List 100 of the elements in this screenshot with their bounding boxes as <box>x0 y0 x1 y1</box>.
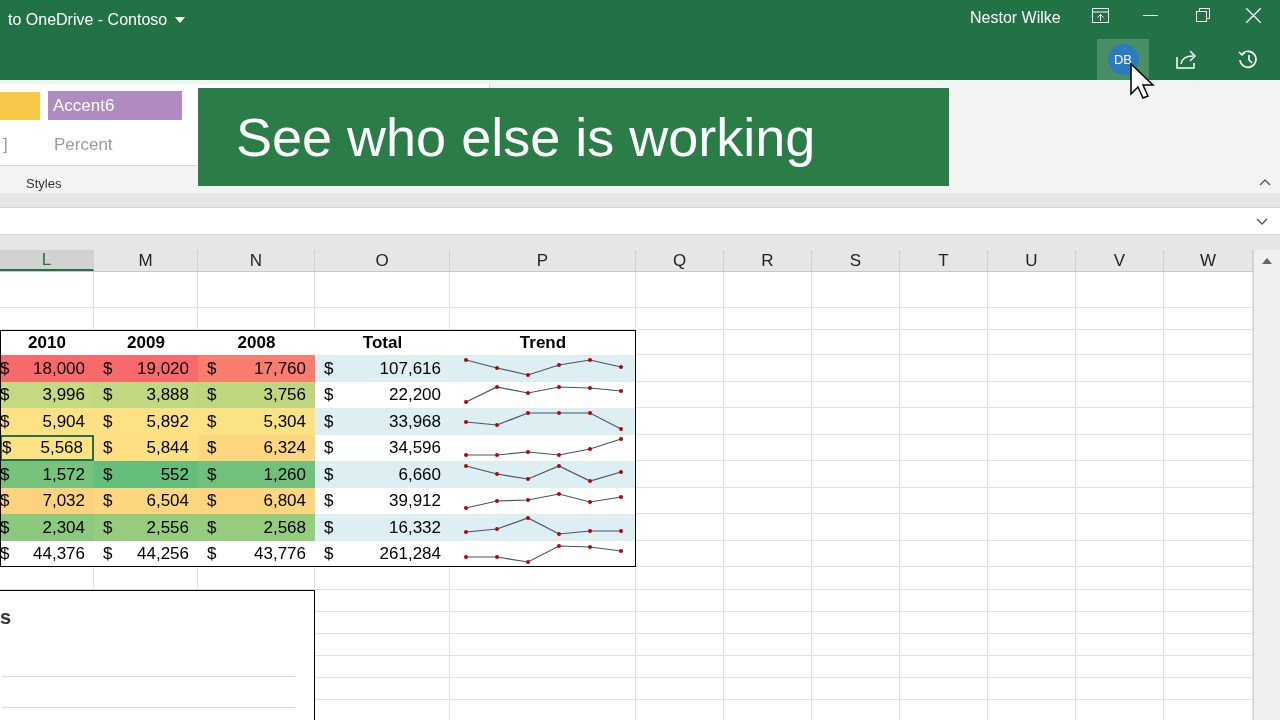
empty-cell[interactable] <box>1076 656 1164 678</box>
table-cell[interactable]: $ 6,324 <box>198 434 315 461</box>
table-cell[interactable]: $ 2,568 <box>198 514 315 541</box>
empty-cell[interactable] <box>812 434 900 461</box>
table-cell[interactable]: $ 5,892 <box>94 408 198 435</box>
empty-cell[interactable] <box>315 272 450 308</box>
empty-cell[interactable] <box>724 656 812 678</box>
share-icon[interactable] <box>1176 49 1198 69</box>
empty-cell[interactable] <box>724 272 812 308</box>
table-cell[interactable]: $ 5,304 <box>198 408 315 435</box>
empty-cell[interactable] <box>900 381 988 408</box>
empty-cell[interactable] <box>812 634 900 656</box>
empty-cell[interactable] <box>988 461 1076 488</box>
empty-cell[interactable] <box>636 330 724 355</box>
empty-cell[interactable] <box>1076 487 1164 514</box>
empty-cell[interactable] <box>724 434 812 461</box>
empty-cell[interactable] <box>450 590 636 612</box>
empty-cell[interactable] <box>724 612 812 634</box>
style-swatch[interactable] <box>0 92 40 120</box>
empty-cell[interactable] <box>724 590 812 612</box>
empty-cell[interactable] <box>1076 612 1164 634</box>
empty-cell[interactable] <box>1076 634 1164 656</box>
empty-cell[interactable] <box>450 308 636 330</box>
user-name[interactable]: Nestor Wilke <box>970 6 1061 30</box>
ribbon-display-icon[interactable] <box>1092 8 1109 23</box>
empty-cell[interactable] <box>900 355 988 382</box>
table-cell[interactable]: $ 2,556 <box>94 514 198 541</box>
empty-cell[interactable] <box>812 308 900 330</box>
collapse-icon[interactable] <box>1259 179 1271 186</box>
column-header[interactable]: R <box>724 250 812 271</box>
expand-icon[interactable] <box>1256 218 1268 225</box>
empty-cell[interactable] <box>988 634 1076 656</box>
empty-cell[interactable] <box>198 308 315 330</box>
table-cell[interactable]: $ 19,020 <box>94 355 198 382</box>
empty-cell[interactable] <box>636 634 724 656</box>
empty-cell[interactable] <box>94 308 198 330</box>
empty-cell[interactable] <box>636 656 724 678</box>
empty-cell[interactable] <box>988 612 1076 634</box>
empty-cell[interactable] <box>900 567 988 590</box>
empty-cell[interactable] <box>1076 434 1164 461</box>
table-cell[interactable]: $ 5,904 <box>0 408 94 435</box>
empty-cell[interactable] <box>988 678 1076 700</box>
empty-cell[interactable] <box>900 678 988 700</box>
empty-cell[interactable] <box>988 540 1076 567</box>
empty-cell[interactable] <box>900 656 988 678</box>
empty-cell[interactable] <box>1076 330 1164 355</box>
table-cell[interactable]: $ 5,568 <box>0 434 94 461</box>
empty-cell[interactable] <box>198 272 315 308</box>
empty-cell[interactable] <box>1076 272 1164 308</box>
empty-cell[interactable] <box>900 590 988 612</box>
empty-cell[interactable] <box>724 634 812 656</box>
empty-cell[interactable] <box>900 461 988 488</box>
table-cell[interactable]: $ 3,888 <box>94 381 198 408</box>
empty-cell[interactable] <box>812 514 900 541</box>
table-cell[interactable]: $ 1,572 <box>0 461 94 488</box>
table-cell[interactable]: $ 18,000 <box>0 355 94 382</box>
empty-cell[interactable] <box>988 590 1076 612</box>
empty-cell[interactable] <box>900 308 988 330</box>
empty-cell[interactable] <box>988 434 1076 461</box>
empty-cell[interactable] <box>900 330 988 355</box>
table-cell[interactable]: $ 1,260 <box>198 461 315 488</box>
empty-cell[interactable] <box>812 678 900 700</box>
empty-cell[interactable] <box>1076 514 1164 541</box>
scroll-up-icon[interactable] <box>1262 258 1272 264</box>
vertical-scrollbar[interactable] <box>1253 250 1280 720</box>
table-cell[interactable]: $ 6,660 <box>315 461 450 488</box>
empty-cell[interactable] <box>812 612 900 634</box>
empty-cell[interactable] <box>636 567 724 590</box>
column-header[interactable]: Q <box>636 250 724 271</box>
table-cell[interactable]: $ 107,616 <box>315 355 450 382</box>
empty-cell[interactable] <box>724 678 812 700</box>
empty-cell[interactable] <box>636 612 724 634</box>
empty-cell[interactable] <box>988 381 1076 408</box>
close-icon[interactable] <box>1246 8 1261 23</box>
table-cell[interactable]: $ 7,032 <box>0 487 94 514</box>
empty-cell[interactable] <box>988 308 1076 330</box>
empty-cell[interactable] <box>900 272 988 308</box>
empty-cell[interactable] <box>724 381 812 408</box>
empty-cell[interactable] <box>724 514 812 541</box>
column-header[interactable]: P <box>450 250 636 271</box>
empty-cell[interactable] <box>1076 461 1164 488</box>
empty-cell[interactable] <box>1076 381 1164 408</box>
empty-cell[interactable] <box>812 408 900 435</box>
empty-cell[interactable] <box>988 408 1076 435</box>
caret-icon[interactable] <box>175 17 186 23</box>
empty-cell[interactable] <box>636 678 724 700</box>
empty-cell[interactable] <box>900 612 988 634</box>
empty-cell[interactable] <box>724 308 812 330</box>
table-cell[interactable]: $ 16,332 <box>315 514 450 541</box>
empty-cell[interactable] <box>988 567 1076 590</box>
column-header[interactable]: N <box>198 250 315 271</box>
collaborator-button[interactable]: DB <box>1097 39 1149 80</box>
empty-cell[interactable] <box>988 514 1076 541</box>
empty-cell[interactable] <box>450 634 636 656</box>
empty-cell[interactable] <box>450 567 636 590</box>
chart-panel[interactable]: s <box>0 590 315 720</box>
empty-cell[interactable] <box>1076 678 1164 700</box>
table-cell[interactable]: $ 6,504 <box>94 487 198 514</box>
minimize-icon[interactable] <box>1143 15 1158 16</box>
empty-cell[interactable] <box>636 272 724 308</box>
